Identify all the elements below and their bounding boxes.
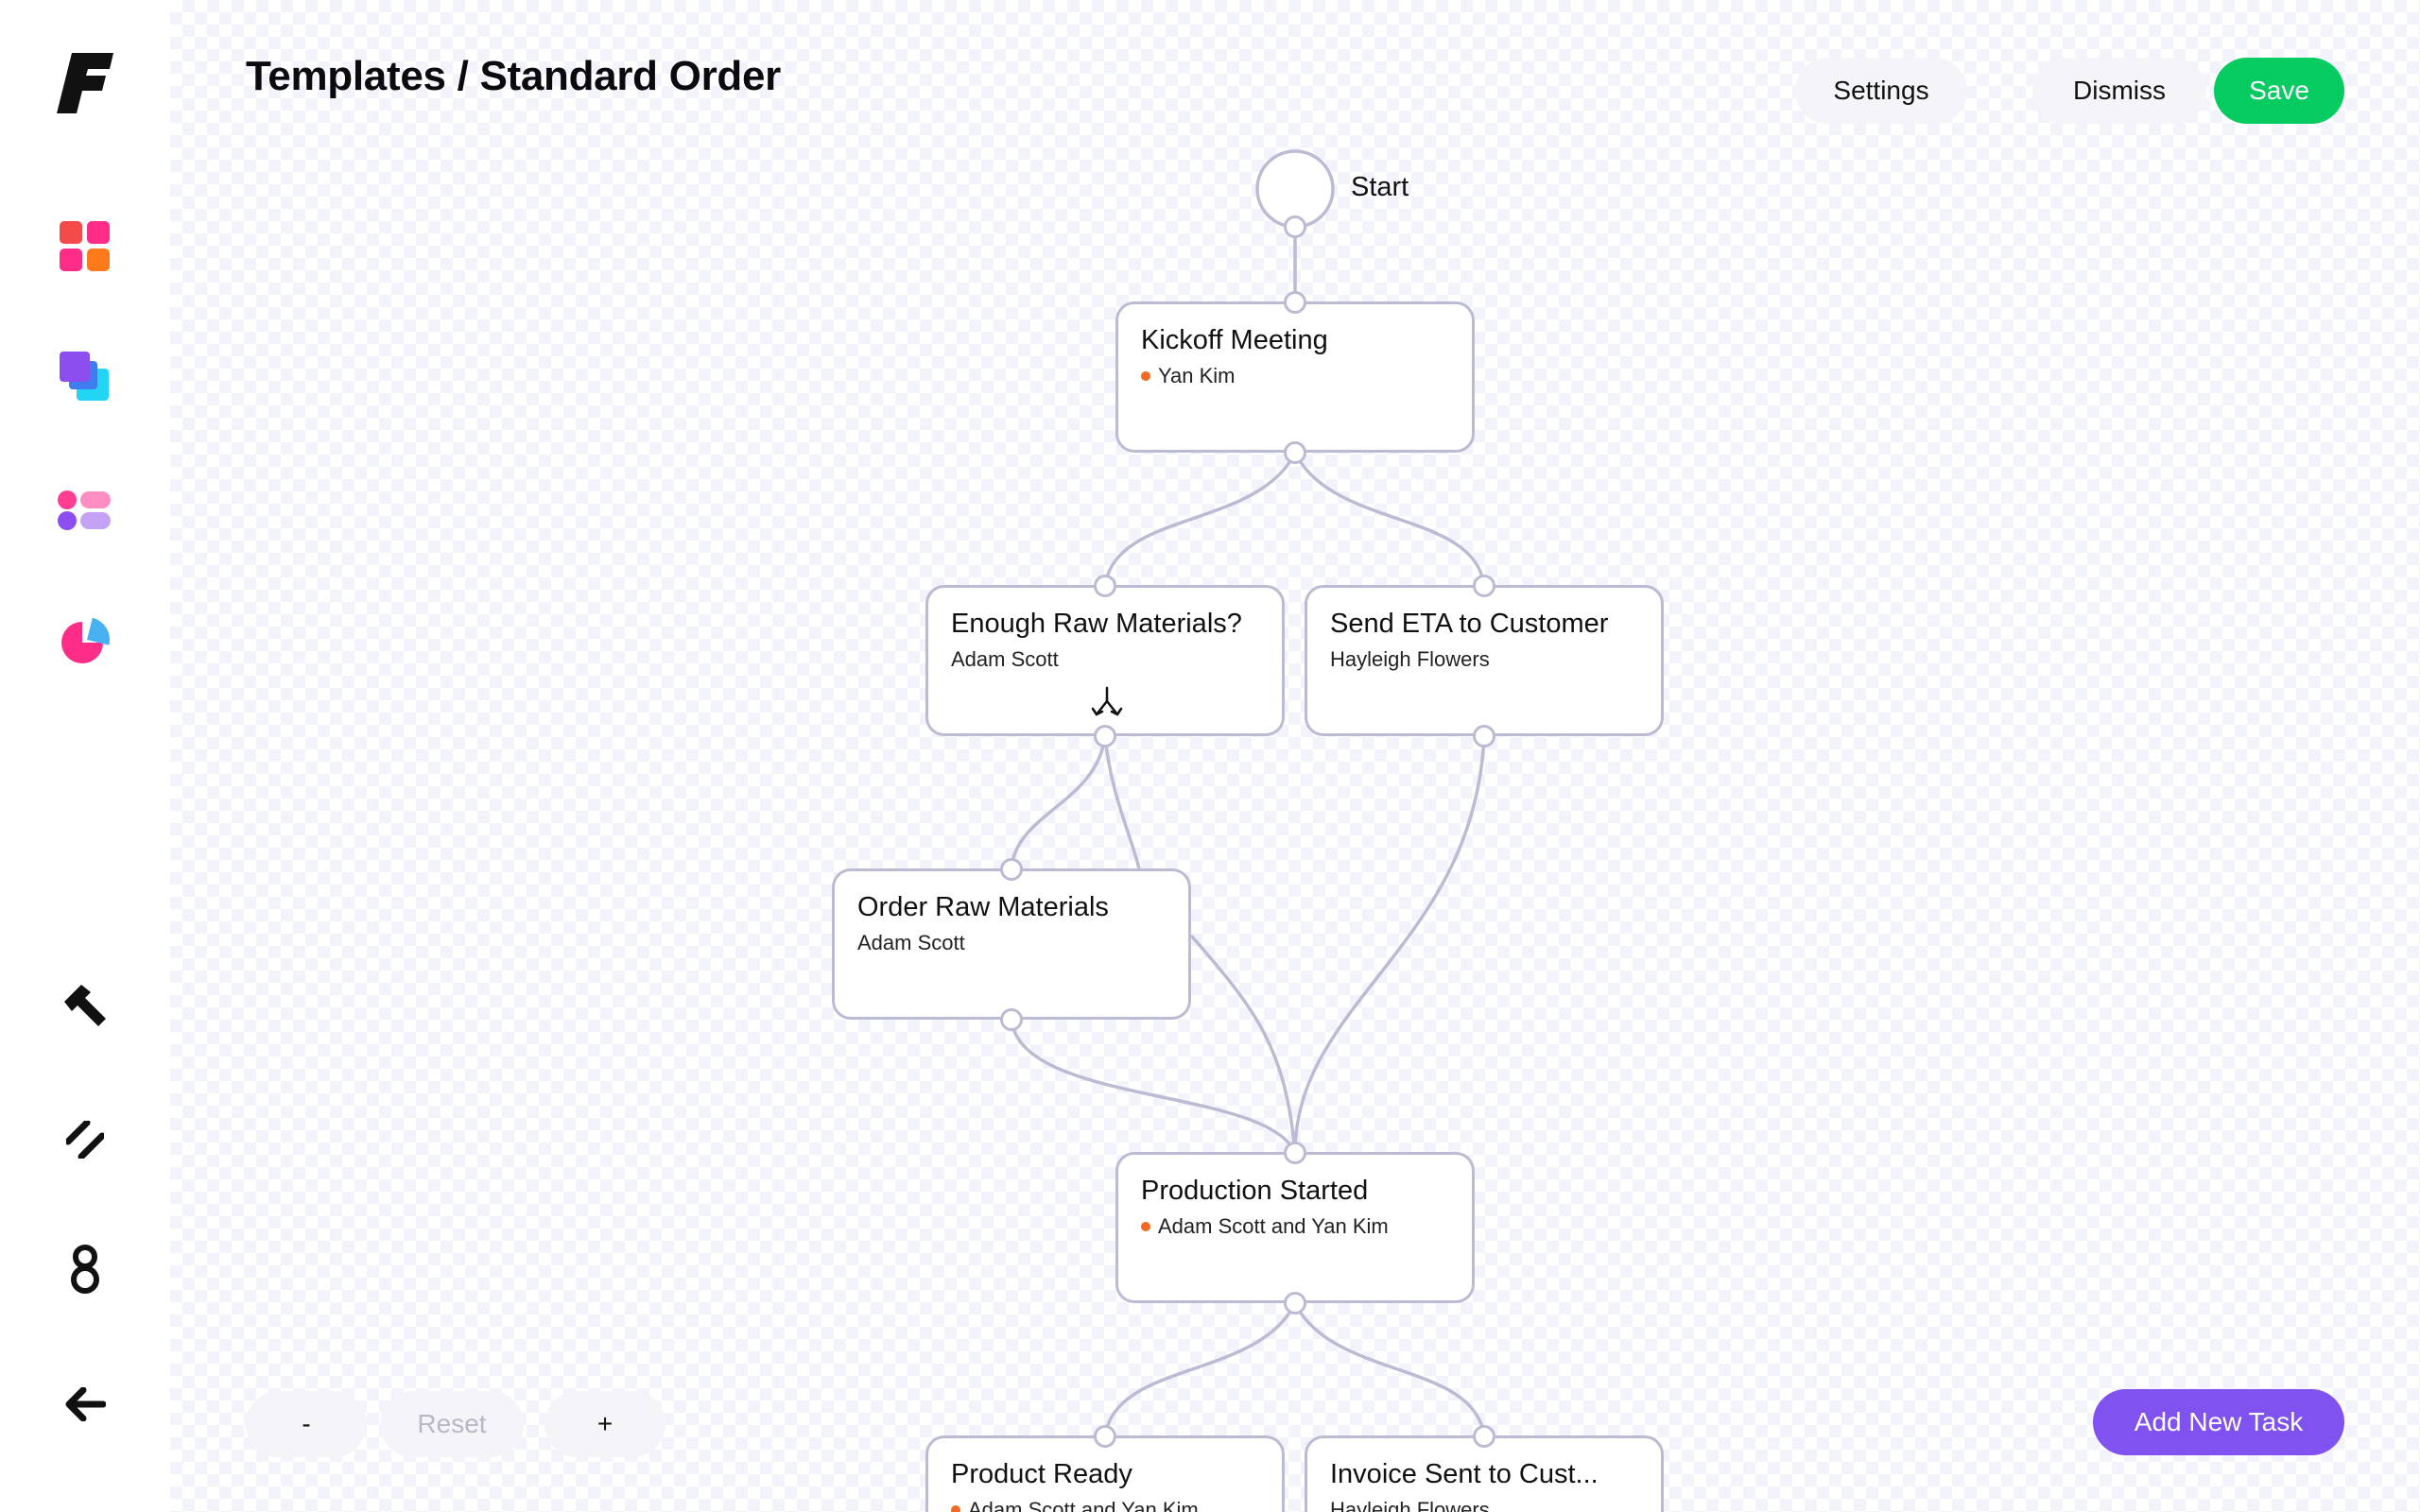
zoom-reset-button[interactable]: Reset [380,1391,524,1457]
task-title: Production Started [1141,1176,1369,1206]
task-title: Kickoff Meeting [1141,325,1328,355]
connection-port[interactable] [1473,725,1495,747]
zoom-out-button[interactable]: - [246,1391,367,1457]
task-title: Product Ready [951,1459,1132,1489]
connection-port[interactable] [1284,441,1306,464]
status-dot [951,1505,960,1512]
task-assignee-row: Adam Scott [857,931,1166,955]
status-dot [1141,371,1150,381]
task-assignee: Adam Scott and Yan Kim [1158,1214,1389,1238]
task-assignee-row: Adam Scott and Yan Kim [951,1498,1259,1512]
connection-port[interactable] [1094,1425,1116,1448]
zoom-in-button[interactable]: + [544,1391,666,1457]
connection-port[interactable] [1284,215,1306,238]
task-assignee: Yan Kim [1158,364,1236,387]
task-assignee-row: Hayleigh Flowers [1330,647,1638,672]
page-title: Templates / Standard Order [246,53,781,99]
task-assignee-row: Adam Scott [951,647,1259,672]
task-assignee-row: Hayleigh Flowers [1330,1498,1638,1512]
connection-port[interactable] [1284,1292,1306,1314]
task-node[interactable]: Order Raw Materials Adam Scott [832,868,1191,1020]
task-assignee: Adam Scott [857,931,965,954]
connection-port[interactable] [1473,1425,1495,1448]
task-title: Send ETA to Customer [1330,609,1609,639]
branch-icon[interactable] [1090,686,1124,720]
task-assignee: Adam Scott [951,647,1059,671]
task-title: Enough Raw Materials? [951,609,1242,639]
connection-port[interactable] [1094,725,1116,747]
task-title: Order Raw Materials [857,892,1109,922]
task-node[interactable]: Send ETA to Customer Hayleigh Flowers [1305,585,1664,736]
connection-port[interactable] [1284,291,1306,314]
task-assignee: Hayleigh Flowers [1330,1498,1490,1512]
task-title: Invoice Sent to Cust... [1330,1459,1599,1489]
start-label: Start [1351,172,1409,202]
task-assignee: Hayleigh Flowers [1330,647,1490,671]
status-dot [1141,1222,1150,1231]
settings-button[interactable]: Settings [1795,58,1967,124]
connection-port[interactable] [1000,1008,1023,1031]
task-assignee-row: Yan Kim [1141,364,1449,388]
connection-port[interactable] [1000,858,1023,881]
dismiss-button[interactable]: Dismiss [2032,58,2206,124]
task-node[interactable]: Production Started Adam Scott and Yan Ki… [1115,1152,1475,1303]
task-node[interactable]: Kickoff Meeting Yan Kim [1115,301,1475,453]
add-new-task-button[interactable]: Add New Task [2093,1389,2344,1455]
connection-port[interactable] [1094,575,1116,597]
task-assignee-row: Adam Scott and Yan Kim [1141,1214,1449,1239]
task-assignee: Adam Scott and Yan Kim [968,1498,1199,1512]
connection-port[interactable] [1284,1142,1306,1164]
save-button[interactable]: Save [2214,58,2344,124]
connection-port[interactable] [1473,575,1495,597]
